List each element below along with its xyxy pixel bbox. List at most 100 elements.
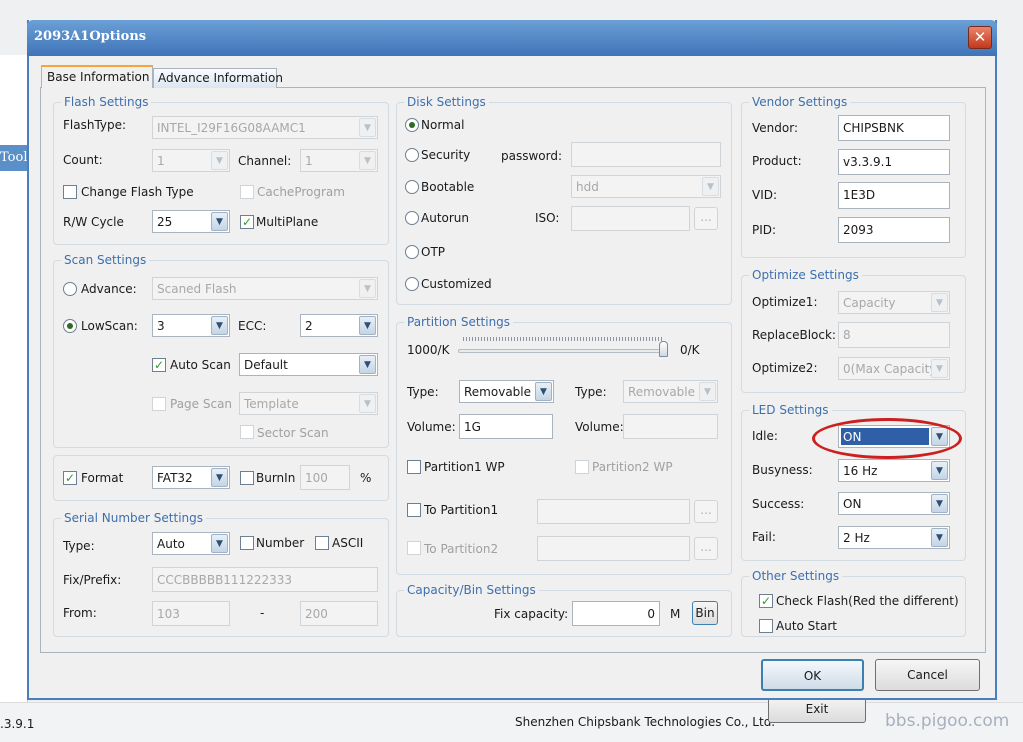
lowscan-radio[interactable] <box>63 319 77 333</box>
chevron-down-icon: ▼ <box>931 494 948 513</box>
tab-base-information[interactable]: Base Information <box>41 65 153 88</box>
background-tool-tab[interactable]: Tool <box>0 145 28 171</box>
to-partition2-checkbox[interactable] <box>407 541 421 555</box>
tab-advance-information[interactable]: Advance Information <box>153 68 283 88</box>
chevron-down-icon: ▼ <box>699 382 716 401</box>
number-label: Number <box>256 536 305 550</box>
ascii-checkbox[interactable] <box>315 536 329 550</box>
vid-input[interactable]: 1E3D <box>838 182 950 209</box>
chevron-down-icon: ▼ <box>931 461 948 480</box>
partition2-volume-input[interactable] <box>623 414 718 439</box>
multiplane-label: MultiPlane <box>256 215 319 229</box>
to-partition2-input[interactable] <box>537 536 690 561</box>
volume1-label: Volume: <box>407 420 456 434</box>
lowscan-select[interactable]: 3 ▼ <box>152 314 230 337</box>
auto-scan-label: Auto Scan <box>170 358 231 372</box>
format-select[interactable]: FAT32 ▼ <box>152 466 230 489</box>
partition1-wp-checkbox[interactable] <box>407 460 421 474</box>
tab-label: Base Information <box>47 70 150 84</box>
partition1-type-select[interactable]: Removable ▼ <box>459 380 554 403</box>
dialog-titlebar[interactable] <box>27 20 997 56</box>
otp-radio[interactable] <box>405 245 419 259</box>
optimize2-select[interactable]: 0(Max Capacity ▼ <box>838 357 950 380</box>
flashtype-select[interactable]: INTEL_I29F16G08AAMC1 ▼ <box>152 116 378 139</box>
fail-select[interactable]: 2 Hz ▼ <box>838 526 950 549</box>
success-select[interactable]: ON ▼ <box>838 492 950 515</box>
chevron-down-icon: ▼ <box>702 177 719 196</box>
serial-type-select[interactable]: Auto ▼ <box>152 532 230 555</box>
fix-capacity-label: Fix capacity: <box>494 607 569 621</box>
auto-scan-select[interactable]: Default ▼ <box>239 353 378 376</box>
auto-scan-checkbox[interactable]: ✓ <box>152 358 166 372</box>
partition1-volume-input[interactable]: 1G <box>459 414 553 439</box>
bin-button[interactable]: Bin <box>692 601 718 625</box>
chevron-down-icon: ▼ <box>211 151 228 170</box>
pid-input[interactable]: 2093 <box>838 217 950 243</box>
sector-scan-checkbox[interactable] <box>240 425 254 439</box>
partition2-wp-checkbox[interactable] <box>575 460 589 474</box>
auto-start-checkbox[interactable] <box>759 619 773 633</box>
chevron-down-icon: ▼ <box>211 468 228 487</box>
password-input[interactable] <box>571 142 721 167</box>
multiplane-checkbox[interactable]: ✓ <box>240 215 254 229</box>
cache-program-label: CacheProgram <box>257 185 345 199</box>
change-flash-type-label: Change Flash Type <box>81 185 194 199</box>
check-flash-checkbox[interactable]: ✓ <box>759 594 773 608</box>
to-input[interactable]: 200 <box>300 601 378 626</box>
burnin-input[interactable]: 100 <box>300 465 350 490</box>
group-title: Serial Number Settings <box>61 510 207 526</box>
close-button[interactable]: ✕ <box>968 26 992 49</box>
change-flash-type-checkbox[interactable] <box>63 185 77 199</box>
customized-radio[interactable] <box>405 277 419 291</box>
iso-input[interactable] <box>571 206 690 231</box>
to-partition1-browse-button[interactable]: ... <box>694 500 718 523</box>
cancel-button[interactable]: Cancel <box>875 659 980 691</box>
group-title: Disk Settings <box>404 94 489 110</box>
group-title: Scan Settings <box>61 252 150 268</box>
page-scan-label: Page Scan <box>170 397 233 411</box>
vendor-input[interactable]: CHIPSBNK <box>838 115 950 141</box>
rw-cycle-select[interactable]: 25 ▼ <box>152 210 230 233</box>
percent-label: % <box>360 471 372 485</box>
product-input[interactable]: v3.3.9.1 <box>838 149 950 175</box>
advance-radio[interactable] <box>63 282 77 296</box>
chevron-down-icon: ▼ <box>211 212 228 231</box>
advance-select[interactable]: Scaned Flash ▼ <box>152 277 378 300</box>
ok-button[interactable]: OK <box>761 659 864 691</box>
burnin-checkbox[interactable] <box>240 471 254 485</box>
capacity-unit: M <box>670 607 681 621</box>
to-partition1-input[interactable] <box>537 499 690 524</box>
iso-browse-button[interactable]: ... <box>694 207 718 230</box>
autorun-label: Autorun <box>421 211 470 225</box>
optimize1-label: Optimize1: <box>752 295 818 309</box>
bootable-radio[interactable] <box>405 180 419 194</box>
burnin-label: BurnIn <box>256 471 296 485</box>
partition2-type-select[interactable]: Removable ▼ <box>623 380 718 403</box>
ecc-select[interactable]: 2 ▼ <box>300 314 378 337</box>
page-scan-checkbox[interactable] <box>152 397 166 411</box>
prefix-input[interactable]: CCCBBBBB111222333 <box>152 567 378 592</box>
replace-block-input[interactable]: 8 <box>838 322 950 348</box>
close-icon: ✕ <box>973 28 987 46</box>
security-radio[interactable] <box>405 148 419 162</box>
password-label: password: <box>501 149 563 163</box>
bootable-select[interactable]: hdd ▼ <box>571 175 721 198</box>
to-partition1-checkbox[interactable] <box>407 503 421 517</box>
partition-slider-track[interactable] <box>458 349 668 353</box>
version-text: .3.9.1 <box>0 717 35 731</box>
chevron-down-icon: ▼ <box>359 355 376 374</box>
fix-capacity-input[interactable]: 0 <box>572 601 660 626</box>
busyness-select[interactable]: 16 Hz ▼ <box>838 459 950 482</box>
from-input[interactable]: 103 <box>152 601 230 626</box>
count-select[interactable]: 1 ▼ <box>152 149 230 172</box>
autorun-radio[interactable] <box>405 211 419 225</box>
number-checkbox[interactable] <box>240 536 254 550</box>
cache-program-checkbox[interactable] <box>240 185 254 199</box>
to-partition2-browse-button[interactable]: ... <box>694 537 718 560</box>
partition-slider-thumb[interactable] <box>659 341 668 357</box>
normal-radio[interactable] <box>405 118 419 132</box>
page-scan-select[interactable]: Template ▼ <box>239 392 378 415</box>
format-checkbox[interactable]: ✓ <box>63 471 77 485</box>
optimize1-select[interactable]: Capacity ▼ <box>838 291 950 314</box>
channel-select[interactable]: 1 ▼ <box>300 149 378 172</box>
